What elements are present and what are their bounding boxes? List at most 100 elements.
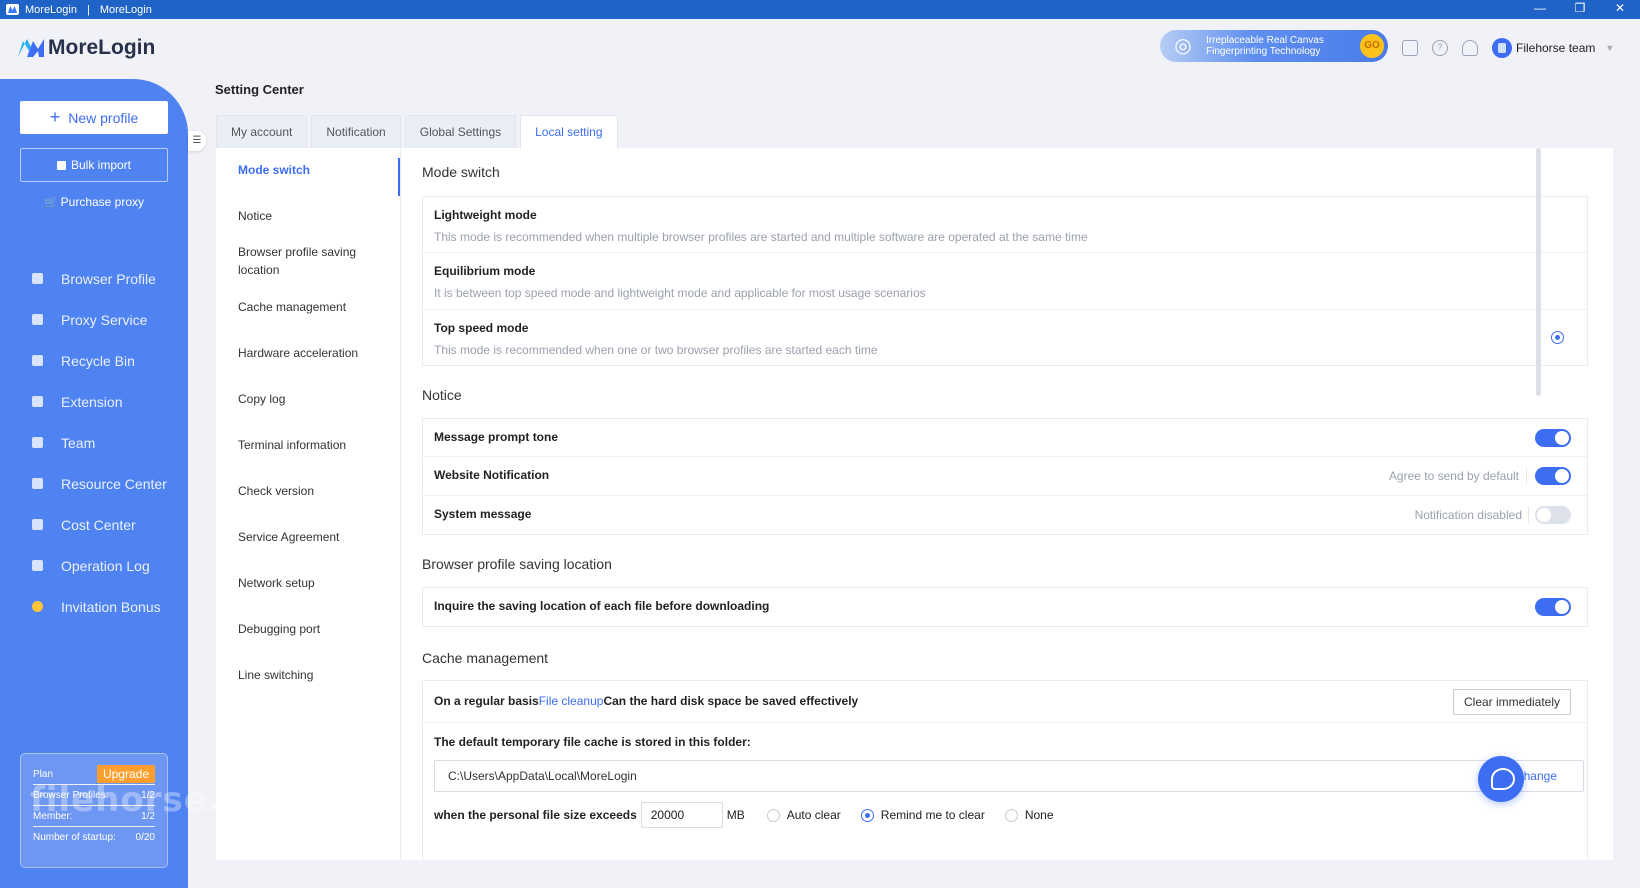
purchase-proxy-button[interactable]: 🛒 Purchase proxy [20,191,168,213]
sidebar-item-invitation-bonus[interactable]: Invitation Bonus [0,586,188,627]
option-remind-me[interactable]: Remind me to clear [860,808,985,822]
system-message-toggle[interactable] [1535,506,1571,524]
coin-icon [32,601,43,612]
new-profile-button[interactable]: + New profile [20,101,168,134]
none-radio[interactable] [1004,808,1018,822]
help-icon[interactable]: ? [1432,40,1448,56]
message-tone-toggle[interactable] [1535,429,1571,447]
mode-row-equilibrium[interactable]: Equilibrium mode It is between top speed… [423,253,1587,310]
fingerprint-icon: ◎ [1174,35,1192,57]
subnav-terminal-information[interactable]: Terminal information [238,436,388,454]
file-cleanup-link[interactable]: File cleanup [539,694,604,708]
promo-go-button[interactable]: GO [1360,34,1384,58]
subnav-active-indicator [398,158,400,196]
sidebar-item-extension[interactable]: Extension [0,381,188,422]
sidebar-item-label: Browser Profile [61,270,156,287]
chat-support-icon[interactable] [1478,756,1524,802]
app-logo-icon [6,4,19,15]
top-speed-radio[interactable] [1551,331,1564,344]
subnav-cache-management[interactable]: Cache management [238,298,388,316]
sidebar-item-label: Team [61,434,96,451]
team-switcher[interactable]: Filehorse team ▼ [1492,38,1614,58]
log-icon [32,560,43,571]
promo-line-1: Irreplaceable Real Canvas [1206,35,1324,46]
subnav-check-version[interactable]: Check version [238,482,388,500]
mode-row-lightweight[interactable]: Lightweight mode This mode is recommende… [423,197,1587,253]
tab-notification[interactable]: Notification [311,115,401,148]
page-title: Setting Center [215,82,304,97]
size-threshold-input[interactable]: 20000 [640,802,723,828]
subnav-notice[interactable]: Notice [238,207,388,225]
message-tone-label: Message prompt tone [434,430,559,444]
cache-folder-section: The default temporary file cache is stor… [423,723,1587,860]
subnav-hardware-acceleration[interactable]: Hardware acceleration [238,344,388,362]
mode-row-top-speed[interactable]: Top speed mode This mode is recommended … [423,310,1587,365]
cache-folder-label: The default temporary file cache is stor… [434,735,751,749]
content-scrollbar[interactable] [1536,148,1541,396]
auto-clear-radio[interactable] [766,808,780,822]
sidebar-item-team[interactable]: Team [0,422,188,463]
morelogin-logo-icon [18,39,44,57]
sidebar-item-label: Recycle Bin [61,352,135,369]
mode-label: Lightweight mode [434,208,537,222]
settings-tabs: My account Notification Global Settings … [216,115,622,148]
promo-banner[interactable]: ◎ Irreplaceable Real Canvas Fingerprinti… [1160,30,1388,62]
option-auto-clear[interactable]: Auto clear [766,808,841,822]
subnav-debugging-port[interactable]: Debugging port [238,620,388,638]
tab-global-settings[interactable]: Global Settings [404,115,517,148]
sidebar-item-label: Cost Center [61,516,136,533]
plan-label: Plan [33,768,54,780]
trash-icon [32,355,43,366]
subnav-service-agreement[interactable]: Service Agreement [238,528,388,546]
mode-desc: This mode is recommended when one or two… [434,343,878,357]
size-unit: MB [726,808,745,822]
title-separator: | [86,3,90,16]
cache-management-title: Cache management [422,650,549,666]
subnav-line-switching[interactable]: Line switching [238,666,388,684]
sidebar-item-resource-center[interactable]: Resource Center [0,463,188,504]
subnav-copy-log[interactable]: Copy log [238,390,388,408]
bulk-import-button[interactable]: Bulk import [20,148,168,182]
divider [1526,468,1527,484]
puzzle-icon [32,396,43,407]
sidebar-item-browser-profile[interactable]: Browser Profile [0,258,188,299]
close-icon[interactable]: ✕ [1600,0,1640,19]
collapse-sidebar-icon[interactable]: ☰ [188,131,206,151]
remind-me-radio[interactable] [860,808,874,822]
system-message-hint: Notification disabled [1414,508,1522,522]
cart-icon: 🛒 [43,196,58,209]
notice-box: Message prompt tone Website Notification… [422,418,1588,535]
option-none[interactable]: None [1004,808,1054,822]
option-label: Auto clear [786,808,841,822]
mode-desc: This mode is recommended when multiple b… [434,230,1088,244]
plan-startup-label: Number of startup: [33,832,116,843]
minimize-icon[interactable]: — [1520,0,1560,19]
subnav-network-setup[interactable]: Network setup [238,574,388,592]
subnav-saving-location[interactable]: Browser profile saving location [238,243,388,279]
sidebar-item-operation-log[interactable]: Operation Log [0,545,188,586]
app-name: MoreLogin [25,3,77,16]
inquire-saving-toggle[interactable] [1535,598,1571,616]
message-icon[interactable] [1402,40,1418,56]
sidebar-item-cost-center[interactable]: Cost Center [0,504,188,545]
option-label: None [1024,808,1054,822]
promo-text: Irreplaceable Real Canvas Fingerprinting… [1206,35,1356,57]
website-notification-label: Website Notification [434,468,550,482]
clear-immediately-button[interactable]: Clear immediately [1453,689,1571,715]
restore-icon[interactable]: ❐ [1560,0,1600,19]
saving-location-title: Browser profile saving location [422,556,612,572]
bell-icon[interactable] [1462,40,1478,56]
message-tone-row: Message prompt tone [423,419,1587,457]
cache-management-box: On a regular basisFile cleanupCan the ha… [422,680,1588,860]
plus-icon: + [49,107,61,127]
website-notification-toggle[interactable] [1535,467,1571,485]
sidebar-item-proxy-service[interactable]: Proxy Service [0,299,188,340]
tab-local-setting[interactable]: Local setting [520,115,618,148]
user-icon [32,437,43,448]
plan-startup-value: 0/20 [135,832,155,843]
sidebar-item-recycle-bin[interactable]: Recycle Bin [0,340,188,381]
subnav-mode-switch[interactable]: Mode switch [238,161,388,179]
logo[interactable]: MoreLogin [18,36,155,60]
bulk-import-label: Bulk import [70,158,132,172]
tab-my-account[interactable]: My account [216,115,308,148]
